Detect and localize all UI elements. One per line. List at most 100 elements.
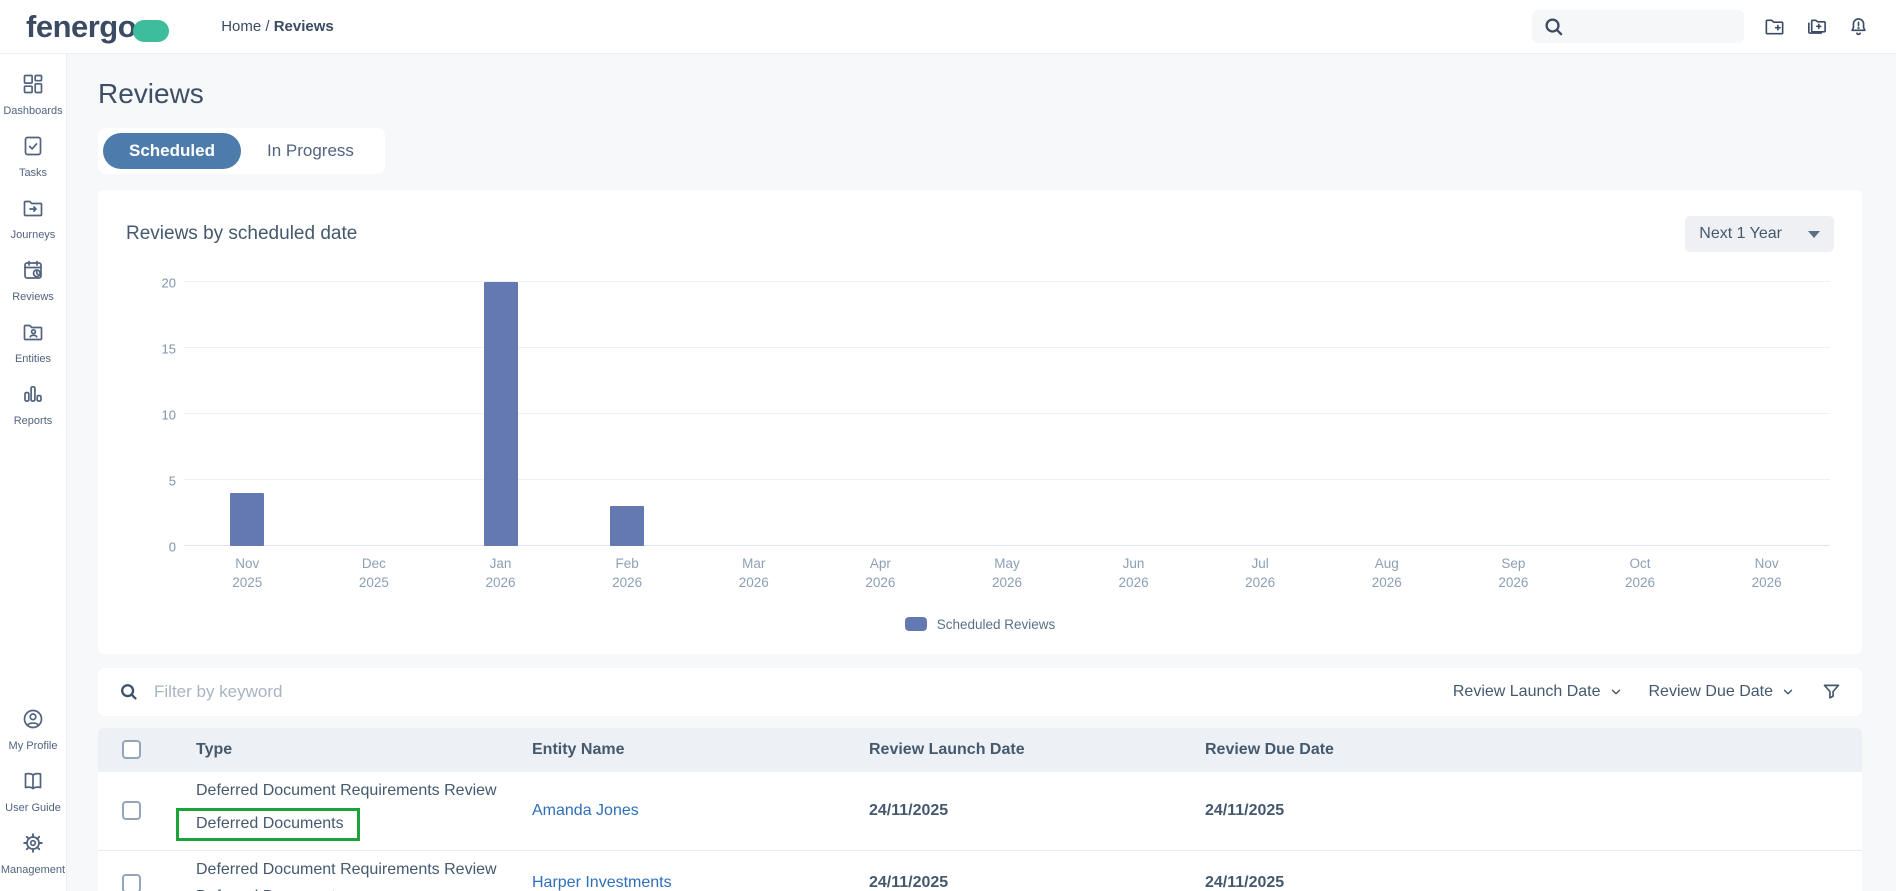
top-header: fenergo Home / Reviews: [0, 0, 1896, 54]
entity-link[interactable]: Harper Investments: [532, 874, 672, 891]
sidebar-item-dashboards[interactable]: Dashboards: [0, 64, 66, 126]
sort-review-due-date[interactable]: Review Due Date: [1649, 683, 1796, 701]
column-header-review-due-date[interactable]: Review Due Date: [1205, 741, 1862, 759]
keyword-filter-input[interactable]: [154, 681, 1453, 702]
legend-label: Scheduled Reviews: [936, 616, 1056, 632]
bar-column-jul-2026: [1197, 282, 1324, 546]
dashboards-icon: [21, 72, 45, 101]
review-type-line1: Deferred Document Requirements Review: [196, 860, 497, 878]
global-search[interactable]: [1532, 10, 1744, 43]
bar-nov-2025: [230, 493, 265, 546]
bar-column-dec-2025: [311, 282, 438, 546]
sidebar-item-management[interactable]: Management: [0, 823, 66, 885]
chevron-down-icon: [1611, 689, 1620, 695]
tab-scheduled[interactable]: Scheduled: [103, 133, 241, 169]
logo-text: fenergo: [26, 8, 137, 44]
sidebar-item-journeys[interactable]: Journeys: [0, 188, 66, 250]
x-axis-label-oct-2026: Oct 2026: [1624, 556, 1656, 590]
sidebar-item-label: Reviews: [12, 291, 54, 303]
table-row[interactable]: Deferred Document Requirements Review Def…: [98, 771, 1862, 851]
entity-name-cell: Amanda Jones: [532, 802, 869, 820]
sidebar-item-label: Tasks: [18, 167, 48, 179]
x-axis-label-mar-2026: Mar 2026: [738, 556, 769, 590]
sort-controls: Review Launch Date Review Due Date: [1453, 681, 1842, 702]
chart-legend: Scheduled Reviews: [126, 617, 1834, 632]
sidebar-item-reports[interactable]: Reports: [0, 374, 66, 436]
y-axis-tick: 10: [161, 407, 176, 423]
filter-search-icon: [118, 681, 139, 702]
select-all-checkbox[interactable]: [122, 740, 141, 760]
y-axis-tick: 0: [168, 539, 176, 555]
date-range-value: Next 1 Year: [1699, 225, 1782, 242]
bar-column-mar-2026: [690, 282, 817, 546]
sidebar-item-tasks[interactable]: Tasks: [0, 126, 66, 188]
bar-column-may-2026: [944, 282, 1071, 546]
column-header-review-launch-date[interactable]: Review Launch Date: [869, 741, 1205, 759]
review-due-date-cell: 24/11/2025: [1205, 801, 1285, 819]
bar-column-nov-2026: [1703, 282, 1830, 546]
table-row[interactable]: Deferred Document Requirements Review Def…: [98, 850, 1862, 891]
book-icon: [21, 769, 45, 798]
bar-series: [184, 282, 1830, 546]
bar-feb-2026: [610, 506, 645, 546]
bar-column-aug-2026: [1323, 282, 1450, 546]
logo-pill: [133, 20, 170, 42]
date-range-select[interactable]: Next 1 Year: [1685, 216, 1834, 252]
sidebar-top-group: Dashboards Tasks Journeys Reviews Entities Re…: [0, 64, 66, 436]
review-type-cell: Deferred Document Requirements Review Def…: [196, 860, 532, 891]
sidebar-item-reviews[interactable]: Reviews: [0, 250, 66, 312]
sidebar-item-label: Dashboards: [3, 105, 63, 117]
x-axis-label-jul-2026: Jul 2026: [1245, 556, 1276, 590]
topbar-actions: [1532, 10, 1870, 43]
sidebar-bottom-group: My Profile User Guide Management: [0, 699, 66, 891]
sidebar-item-my-profile[interactable]: My Profile: [0, 699, 66, 761]
entities-icon: [21, 320, 45, 349]
bar-column-oct-2026: [1577, 282, 1704, 546]
search-icon: [1542, 15, 1565, 38]
chart-x-axis: Nov 2025 Dec 2025 Jan 2026 Feb 2026 Mar 2026 Apr 20…: [184, 546, 1830, 593]
review-type-line1: Deferred Document Requirements Review: [196, 781, 497, 799]
row-checkbox[interactable]: [122, 873, 141, 891]
tab-in-progress[interactable]: In Progress: [241, 133, 380, 169]
legend-swatch: [904, 617, 927, 632]
add-folder-icon[interactable]: [1763, 15, 1786, 38]
bar-column-jan-2026: [437, 282, 564, 546]
gear-icon: [21, 831, 45, 860]
bar-column-jun-2026: [1070, 282, 1197, 546]
sidebar-item-entities[interactable]: Entities: [0, 312, 66, 374]
x-axis-label-apr-2026: Apr 2026: [865, 556, 896, 590]
review-type-cell: Deferred Document Requirements Review Def…: [176, 781, 532, 841]
table-body: Deferred Document Requirements Review Def…: [98, 771, 1862, 891]
chevron-down-icon: [1783, 689, 1793, 695]
tasks-icon: [21, 134, 45, 163]
x-axis-label-sep-2026: Sep 2026: [1498, 556, 1529, 590]
global-search-input[interactable]: [1573, 18, 1734, 35]
journeys-icon: [21, 196, 45, 225]
highlighted-review-type: Deferred Documents: [176, 807, 360, 841]
page-title: Reviews: [98, 78, 204, 109]
notification-bell-icon[interactable]: [1847, 15, 1870, 38]
sidebar-item-label: User Guide: [5, 802, 61, 814]
fenergo-logo[interactable]: fenergo: [26, 8, 170, 45]
column-header-type[interactable]: Type: [196, 741, 532, 759]
breadcrumb: Home / Reviews: [221, 18, 334, 35]
bar-column-apr-2026: [817, 282, 944, 546]
x-axis-label-dec-2025: Dec 2025: [358, 556, 389, 590]
bar-column-nov-2025: [184, 282, 311, 546]
bar-jan-2026: [483, 282, 518, 546]
entity-link[interactable]: Amanda Jones: [532, 802, 639, 819]
breadcrumb-home[interactable]: Home /: [221, 18, 269, 35]
copy-folders-icon[interactable]: [1805, 15, 1828, 38]
sort-review-launch-date[interactable]: Review Launch Date: [1453, 683, 1623, 701]
sidebar-item-label: My Profile: [8, 740, 58, 752]
row-checkbox[interactable]: [122, 801, 141, 821]
caret-down-icon: [1808, 230, 1820, 238]
filter-funnel-icon[interactable]: [1821, 681, 1842, 702]
sidebar-item-user-guide[interactable]: User Guide: [0, 761, 66, 823]
reviews-table: Type Entity Name Review Launch Date Revi…: [98, 727, 1862, 891]
x-axis-label-nov-2025: Nov 2025: [232, 556, 263, 590]
sidebar-item-label: Management: [0, 864, 66, 876]
table-header-row: Type Entity Name Review Launch Date Revi…: [98, 727, 1862, 772]
column-header-entity-name[interactable]: Entity Name: [532, 741, 869, 759]
reviews-icon: [21, 258, 45, 287]
